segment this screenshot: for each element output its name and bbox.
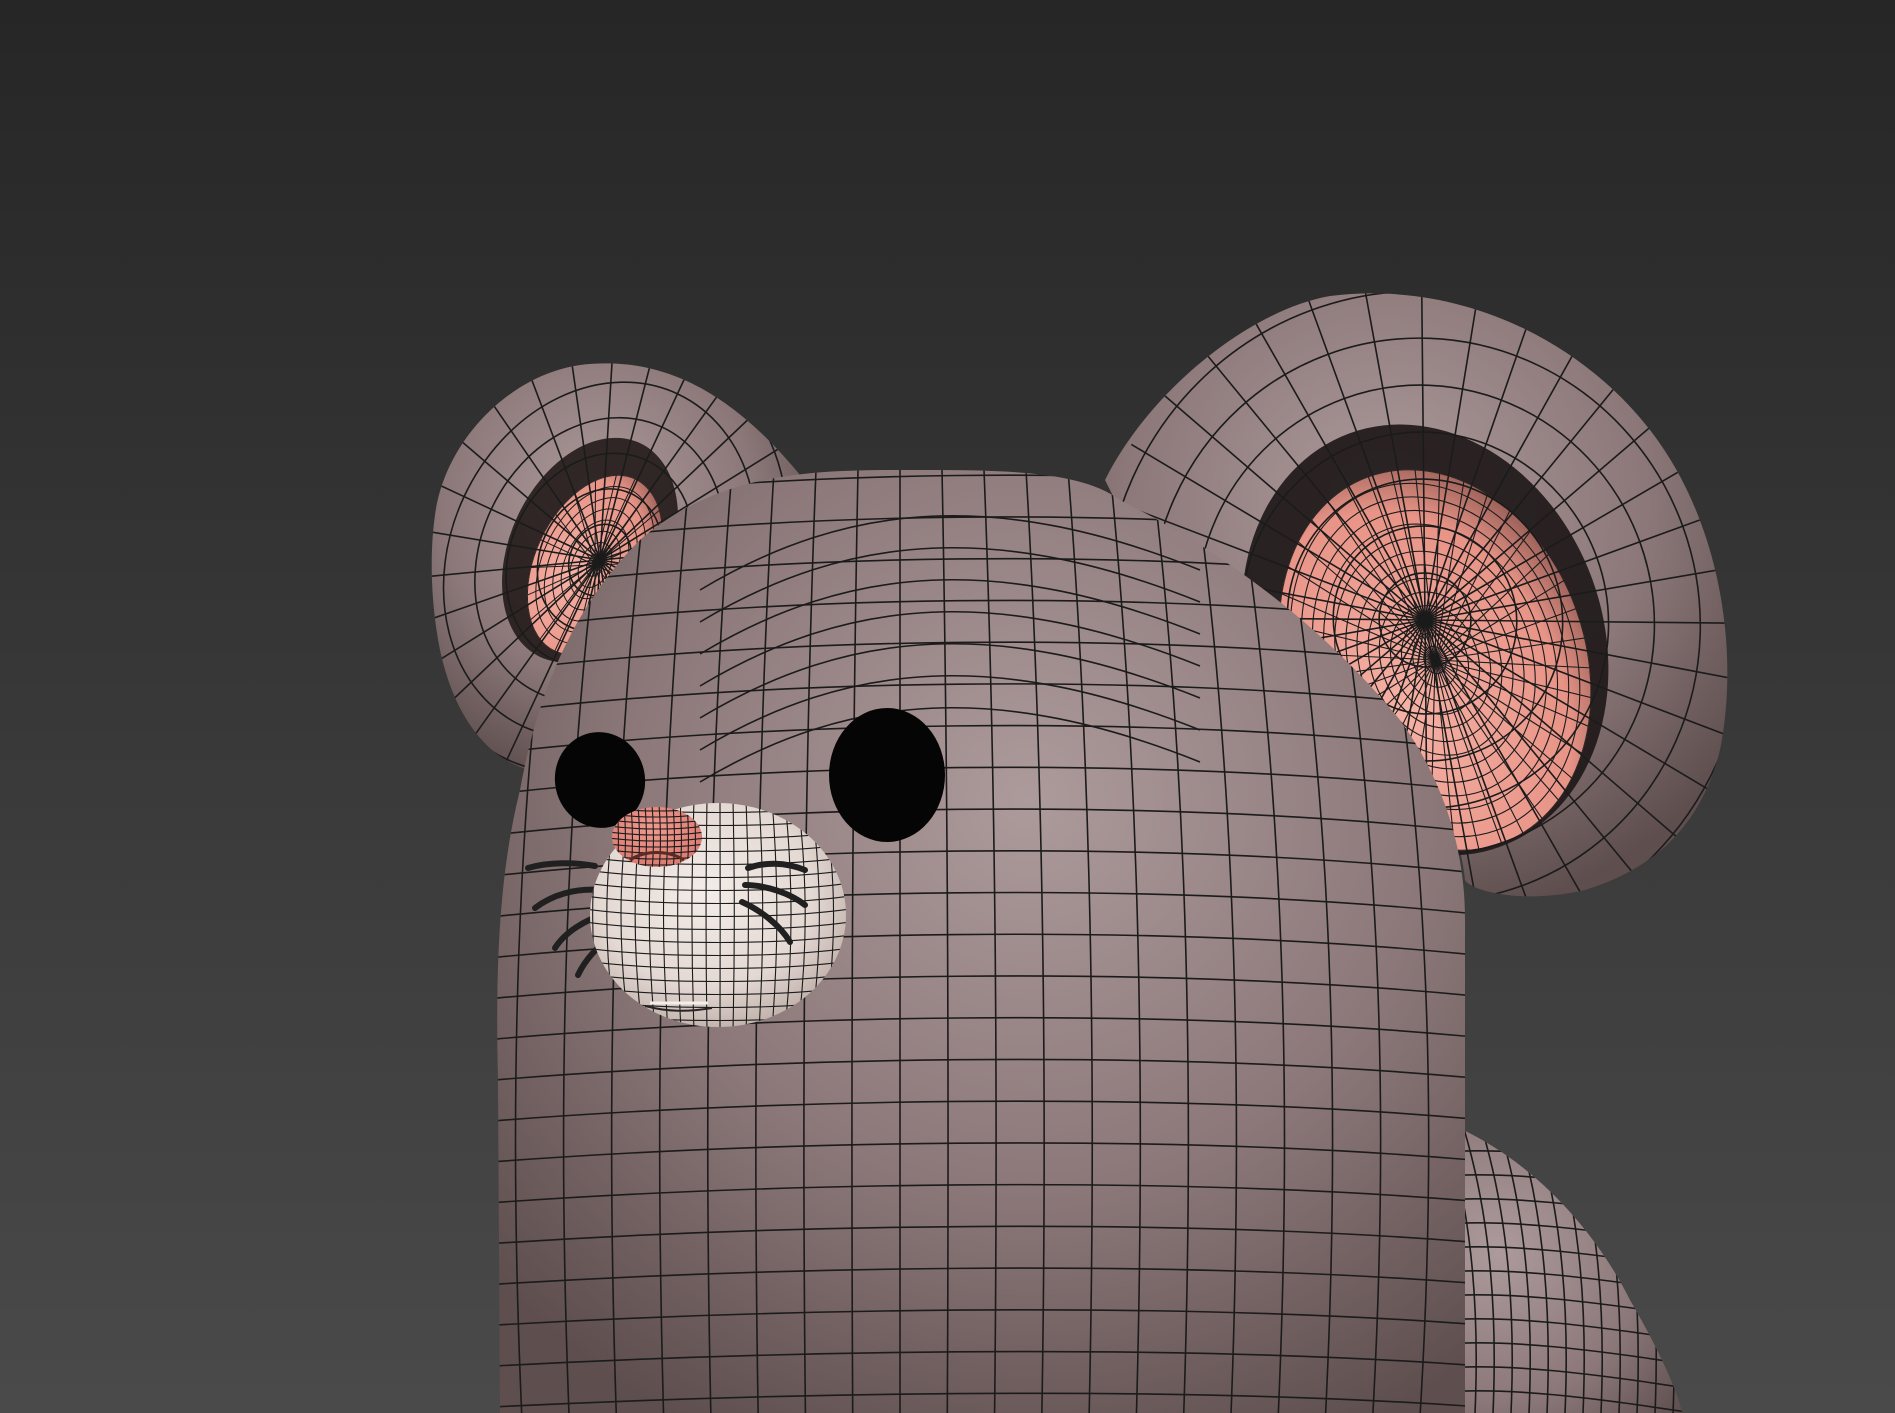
3d-viewport[interactable] — [0, 0, 1895, 1413]
right-eye — [829, 708, 945, 842]
viewport-canvas[interactable] — [0, 0, 1895, 1413]
